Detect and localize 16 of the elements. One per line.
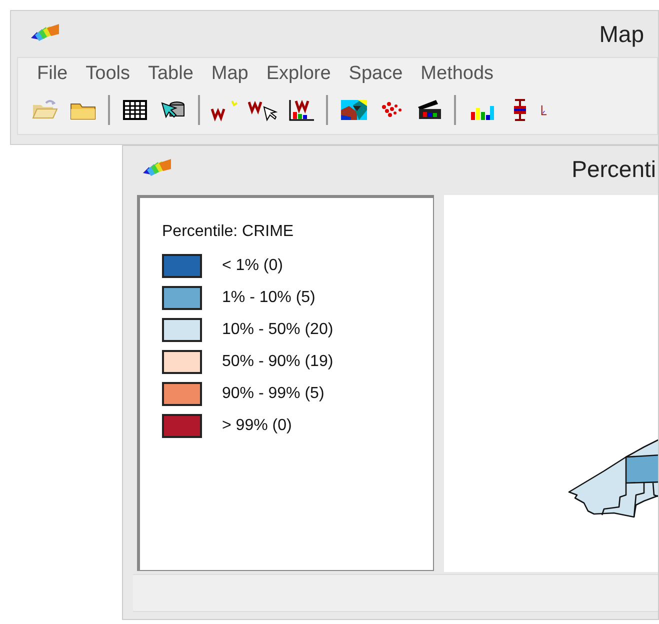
legend-label: 50% - 90% (19): [222, 352, 334, 372]
menu-item[interactable]: File: [28, 60, 77, 88]
legend-label: 1% - 10% (5): [222, 288, 316, 308]
menu-item[interactable]: Map: [202, 60, 258, 88]
legend-label: 90% - 99% (5): [222, 384, 324, 404]
menu-item[interactable]: Tools: [76, 60, 139, 88]
menu-item[interactable]: Methods: [412, 60, 503, 88]
menu-item[interactable]: Table: [138, 60, 202, 88]
window-title: Percenti: [572, 154, 656, 184]
window-title: Map: [599, 20, 644, 49]
legend-label: 10% - 50% (20): [222, 320, 334, 340]
menu-item[interactable]: Space: [340, 60, 412, 88]
legend-label: > 99% (0): [222, 416, 292, 436]
menu-item[interactable]: Explore: [257, 60, 340, 88]
legend-label: < 1% (0): [222, 256, 283, 276]
legend-title: Percentile: CRIME: [162, 222, 295, 242]
